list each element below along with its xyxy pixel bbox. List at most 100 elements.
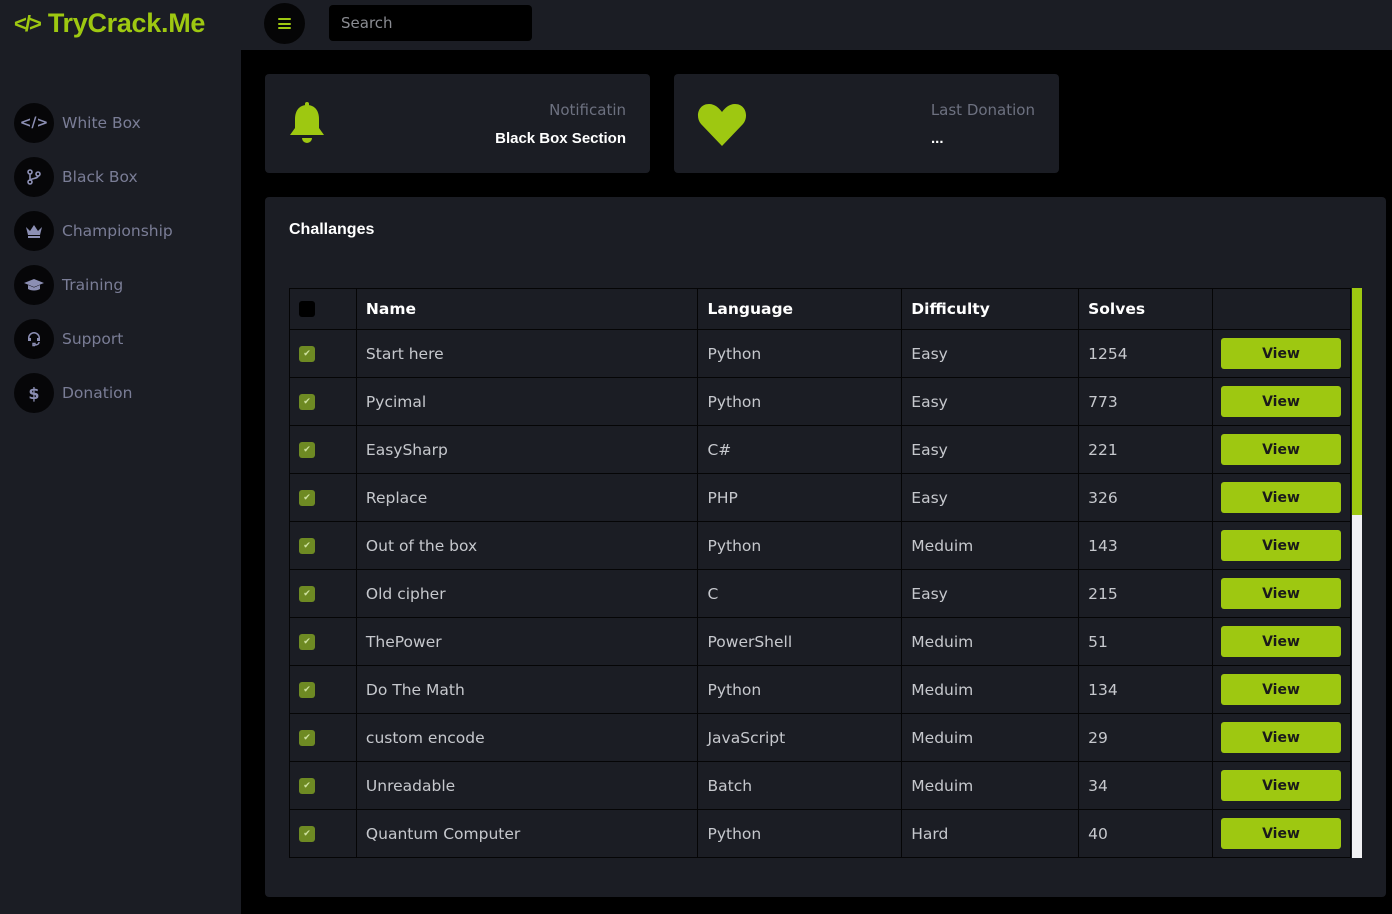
row-checkbox[interactable]: ✔ bbox=[299, 633, 315, 650]
challenge-language: C# bbox=[697, 425, 903, 474]
challenges-table: Name Language Difficulty Solves ✔ Start h… bbox=[289, 288, 1351, 858]
challenge-name: Start here bbox=[355, 329, 699, 378]
challenge-language: Python bbox=[697, 521, 903, 570]
sidebar-item-training[interactable]: Training bbox=[14, 265, 123, 305]
column-header-solves[interactable]: Solves bbox=[1078, 288, 1213, 330]
sidebar-item-championship[interactable]: Championship bbox=[14, 211, 173, 251]
view-button[interactable]: View bbox=[1220, 770, 1341, 801]
row-checkbox[interactable]: ✔ bbox=[299, 489, 315, 506]
view-button[interactable]: View bbox=[1220, 818, 1341, 849]
view-button[interactable]: View bbox=[1220, 434, 1341, 465]
sidebar-item-label: Black Box bbox=[62, 168, 138, 186]
check-icon: ✔ bbox=[303, 444, 311, 455]
challenge-solves: 29 bbox=[1078, 713, 1213, 762]
table-header-row: Name Language Difficulty Solves bbox=[289, 288, 1351, 330]
challenge-difficulty: Meduim bbox=[901, 617, 1080, 666]
row-checkbox[interactable]: ✔ bbox=[299, 393, 315, 410]
view-button[interactable]: View bbox=[1220, 578, 1341, 609]
row-select-cell: ✔ bbox=[289, 425, 357, 474]
view-button[interactable]: View bbox=[1220, 386, 1341, 417]
challenge-difficulty: Meduim bbox=[901, 713, 1080, 762]
sidebar-item-white-box[interactable]: </> White Box bbox=[14, 103, 141, 143]
top-bar: </> TryCrack.Me bbox=[0, 0, 1392, 50]
menu-toggle-button[interactable] bbox=[264, 3, 305, 44]
challenge-difficulty: Meduim bbox=[901, 521, 1080, 570]
challenge-language: Python bbox=[697, 809, 903, 858]
donation-title: Last Donation bbox=[930, 101, 1035, 119]
row-checkbox[interactable]: ✔ bbox=[299, 825, 315, 842]
code-icon: </> bbox=[14, 103, 54, 143]
action-cell: View bbox=[1211, 713, 1351, 762]
scrollbar-thumb[interactable] bbox=[1352, 288, 1362, 515]
challenge-solves: 40 bbox=[1078, 809, 1213, 858]
row-select-cell: ✔ bbox=[289, 761, 357, 810]
notification-value: Black Box Section bbox=[495, 130, 626, 147]
table-row: ✔ Start here Python Easy 1254 View bbox=[289, 329, 1351, 378]
sidebar-item-support[interactable]: Support bbox=[14, 319, 123, 359]
column-header-difficulty[interactable]: Difficulty bbox=[901, 288, 1080, 330]
challenges-panel: Challanges Name Language Difficulty Solv… bbox=[265, 197, 1386, 897]
table-row: ✔ Do The Math Python Meduim 134 View bbox=[289, 665, 1351, 714]
row-select-cell: ✔ bbox=[289, 329, 357, 378]
sidebar-item-donation[interactable]: $ Donation bbox=[14, 373, 132, 413]
action-cell: View bbox=[1211, 617, 1351, 666]
sidebar-item-label: White Box bbox=[62, 114, 141, 132]
select-all-checkbox[interactable] bbox=[299, 301, 315, 317]
sidebar-item-label: Support bbox=[62, 330, 124, 348]
row-select-cell: ✔ bbox=[289, 809, 357, 858]
check-icon: ✔ bbox=[303, 636, 311, 647]
action-cell: View bbox=[1211, 665, 1351, 714]
notification-title: Notificatin bbox=[549, 101, 626, 119]
view-button[interactable]: View bbox=[1220, 482, 1341, 513]
check-icon: ✔ bbox=[303, 396, 311, 407]
row-checkbox[interactable]: ✔ bbox=[299, 681, 315, 698]
dollar-icon: $ bbox=[14, 373, 54, 413]
check-icon: ✔ bbox=[303, 828, 311, 839]
column-header-name[interactable]: Name bbox=[355, 288, 699, 330]
check-icon: ✔ bbox=[303, 588, 311, 599]
heart-icon bbox=[697, 102, 747, 150]
sidebar-item-black-box[interactable]: Black Box bbox=[14, 157, 138, 197]
view-button[interactable]: View bbox=[1220, 722, 1341, 753]
view-button[interactable]: View bbox=[1220, 530, 1341, 561]
challenge-solves: 215 bbox=[1078, 569, 1213, 618]
row-checkbox[interactable]: ✔ bbox=[299, 729, 315, 746]
action-cell: View bbox=[1211, 761, 1351, 810]
row-checkbox[interactable]: ✔ bbox=[299, 345, 315, 362]
challenge-language: Batch bbox=[697, 761, 903, 810]
table-row: ✔ Old cipher C Easy 215 View bbox=[289, 569, 1351, 618]
search-input[interactable] bbox=[329, 5, 532, 41]
challenge-language: Python bbox=[697, 329, 903, 378]
column-header-actions bbox=[1211, 288, 1351, 330]
challenge-name: Do The Math bbox=[355, 665, 699, 714]
table-row: ✔ Replace PHP Easy 326 View bbox=[289, 473, 1351, 522]
action-cell: View bbox=[1211, 377, 1351, 426]
row-select-cell: ✔ bbox=[289, 665, 357, 714]
challenge-name: Pycimal bbox=[355, 377, 699, 426]
action-cell: View bbox=[1211, 473, 1351, 522]
row-checkbox[interactable]: ✔ bbox=[299, 441, 315, 458]
brand-logo[interactable]: </> TryCrack.Me bbox=[14, 8, 205, 39]
sidebar-item-label: Training bbox=[62, 276, 124, 294]
challenge-solves: 773 bbox=[1078, 377, 1213, 426]
challenge-language: Python bbox=[697, 665, 903, 714]
challenge-name: EasySharp bbox=[355, 425, 699, 474]
challenge-name: ThePower bbox=[355, 617, 699, 666]
view-button[interactable]: View bbox=[1220, 626, 1341, 657]
challenge-difficulty: Easy bbox=[901, 473, 1080, 522]
action-cell: View bbox=[1211, 425, 1351, 474]
column-header-language[interactable]: Language bbox=[697, 288, 903, 330]
view-button[interactable]: View bbox=[1220, 338, 1341, 369]
challenge-name: Quantum Computer bbox=[355, 809, 699, 858]
view-button[interactable]: View bbox=[1220, 674, 1341, 705]
row-checkbox[interactable]: ✔ bbox=[299, 585, 315, 602]
table-scrollbar[interactable] bbox=[1352, 288, 1362, 858]
check-icon: ✔ bbox=[303, 492, 311, 503]
challenge-difficulty: Easy bbox=[901, 569, 1080, 618]
code-branch-icon bbox=[14, 157, 54, 197]
row-checkbox[interactable]: ✔ bbox=[299, 537, 315, 554]
sidebar: </> White Box Black Box Championship Tra… bbox=[0, 50, 241, 914]
table-row: ✔ EasySharp C# Easy 221 View bbox=[289, 425, 1351, 474]
row-checkbox[interactable]: ✔ bbox=[299, 777, 315, 794]
headset-icon bbox=[14, 319, 54, 359]
